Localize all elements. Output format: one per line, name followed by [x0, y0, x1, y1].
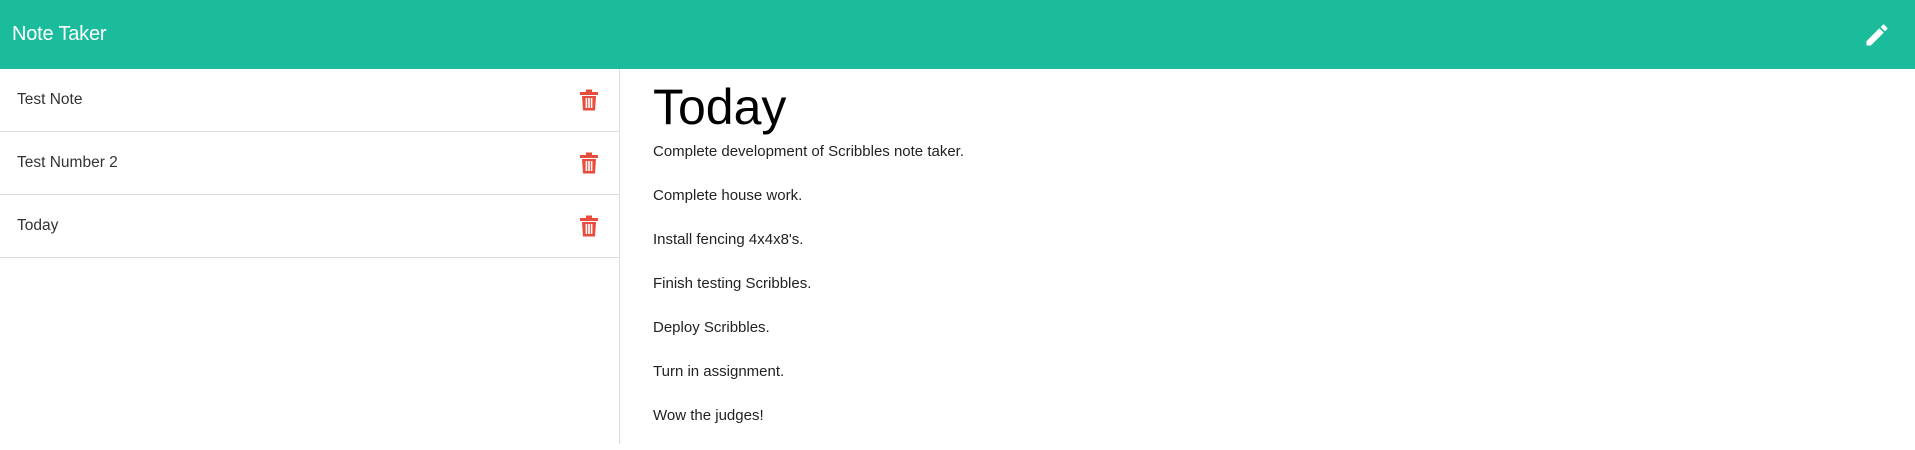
- note-text-line: Install fencing 4x4x8's.: [653, 231, 804, 248]
- pencil-icon[interactable]: [1863, 21, 1891, 49]
- note-text-line: Complete development of Scribbles note t…: [653, 143, 965, 160]
- note-text-line: Complete house work.: [653, 187, 803, 204]
- brand-title[interactable]: Note Taker: [12, 23, 107, 46]
- note-text[interactable]: Complete development of Scribbles note t…: [653, 142, 1883, 450]
- note-list-item[interactable]: Test Number 2: [0, 132, 619, 195]
- note-list-item[interactable]: Test Note: [0, 69, 619, 132]
- note-list-item-title: Test Note: [17, 91, 83, 108]
- note-list: Test Note Test Number 2 Today: [0, 69, 620, 444]
- note-editor: Today Complete development of Scribbles …: [653, 69, 1883, 444]
- navbar: Note Taker: [0, 0, 1915, 69]
- note-text-line: Turn in assignment.: [653, 363, 785, 380]
- trash-icon[interactable]: [579, 215, 599, 237]
- note-list-item[interactable]: Today: [0, 195, 619, 258]
- note-list-item-title: Test Number 2: [17, 154, 118, 171]
- trash-icon[interactable]: [579, 89, 599, 111]
- trash-icon[interactable]: [579, 152, 599, 174]
- note-text-line: Deploy Scribbles.: [653, 319, 770, 336]
- note-text-line: Finish testing Scribbles.: [653, 275, 812, 292]
- note-title[interactable]: Today: [653, 82, 1883, 132]
- note-list-item-title: Today: [17, 217, 59, 234]
- note-text-line: Wow the judges!: [653, 407, 764, 424]
